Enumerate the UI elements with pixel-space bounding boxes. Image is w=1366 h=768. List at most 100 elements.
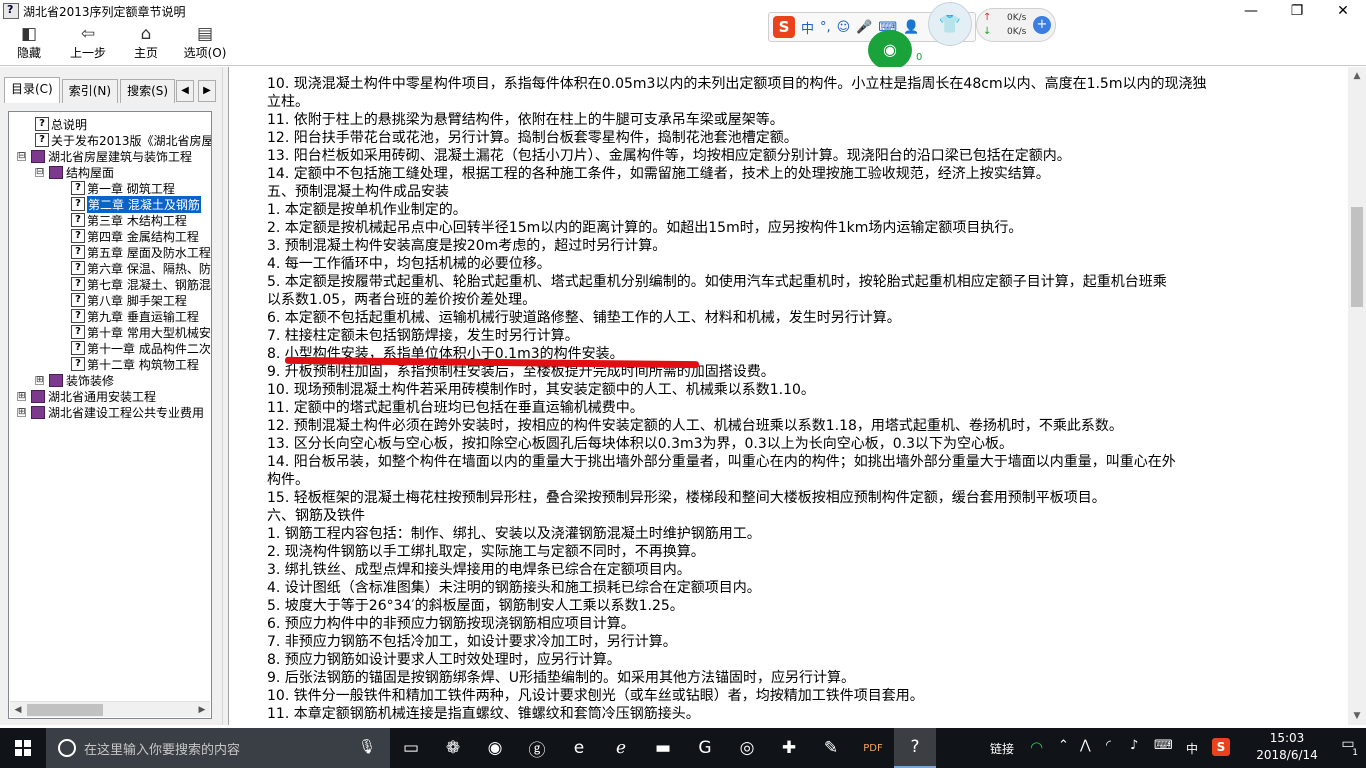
tab-search[interactable]: 搜索(S) bbox=[120, 79, 176, 103]
plus-app-icon[interactable]: ✚ bbox=[768, 728, 810, 768]
skin-tshirt-icon[interactable]: 👕 bbox=[928, 2, 972, 46]
content-line: 6. 本定额不包括起重机械、运输机械行驶道路修整、铺垫工作的人工、材料和机械，发… bbox=[267, 310, 901, 326]
tree-item[interactable]: ? 第六章 保温、隔热、防 bbox=[71, 260, 211, 276]
tray-link-label[interactable]: 链接 bbox=[990, 740, 1014, 757]
tree-item[interactable]: ? 关于发布2013版《湖北省房屋 bbox=[35, 132, 211, 148]
network-icon[interactable]: ◜ bbox=[1106, 738, 1111, 753]
network-speed-monitor[interactable]: ↑ ↓ 0K/s 0K/s + bbox=[976, 8, 1056, 42]
tree-item[interactable]: ? 第九章 垂直运输工程 bbox=[71, 308, 199, 324]
tab-contents[interactable]: 目录(C) bbox=[4, 77, 60, 103]
tree-item[interactable]: ? 第五章 屋面及防水工程 bbox=[71, 244, 211, 260]
tree-item[interactable]: ? 第十一章 成品构件二次 bbox=[71, 340, 211, 356]
tree-item[interactable]: ? 第七章 混凝土、钢筋混 bbox=[71, 276, 211, 292]
tree-item[interactable]: ? 第四章 金属结构工程 bbox=[71, 228, 199, 244]
minimize-button[interactable]: — bbox=[1228, 0, 1274, 22]
notes-app-icon[interactable]: ✎ bbox=[810, 728, 852, 768]
media-app-icon[interactable]: ◉ bbox=[474, 728, 516, 768]
cortana-icon bbox=[58, 739, 76, 757]
edge-icon[interactable]: e bbox=[558, 728, 600, 768]
ime-voice-icon[interactable]: 🎤 bbox=[856, 20, 872, 35]
content-line: 13. 区分长向空心板与空心板，按扣除空心板圆孔后每块体积以0.3m3为界，0.… bbox=[267, 436, 1014, 452]
tab-scroll-right-icon[interactable]: ▶ bbox=[198, 80, 216, 102]
content-scroll-thumb[interactable] bbox=[1351, 207, 1363, 307]
hide-button[interactable]: ◧ 隐藏 bbox=[12, 24, 46, 64]
tree-item-label: 第三章 木结构工程 bbox=[87, 213, 187, 228]
wifi-bubble-icon[interactable]: ◉ bbox=[868, 30, 912, 70]
tree-item[interactable]: ⊞ 湖北省通用安装工程 bbox=[17, 388, 156, 404]
keyboard-icon[interactable]: ⌨ bbox=[1154, 738, 1173, 753]
content-line: 以系数1.05，两者台班的差价按价差处理。 bbox=[267, 292, 537, 308]
back-button[interactable]: ⇦ 上一步 bbox=[66, 24, 110, 64]
tree-item[interactable]: ⊟ 结构屋面 bbox=[35, 164, 114, 180]
tree-item-label: 第十章 常用大型机械安 bbox=[87, 325, 211, 340]
people-icon[interactable]: ⌃ bbox=[1058, 738, 1069, 753]
back-label: 上一步 bbox=[69, 46, 106, 60]
search-placeholder: 在这里输入你要搜索的内容 bbox=[84, 742, 241, 758]
home-button[interactable]: ⌂ 主页 bbox=[130, 24, 162, 64]
tree-item-label: 湖北省通用安装工程 bbox=[48, 389, 157, 404]
scroll-right-icon[interactable]: ▶ bbox=[194, 702, 210, 718]
tree-item[interactable]: ? 第八章 脚手架工程 bbox=[71, 292, 187, 308]
google-icon[interactable]: G bbox=[684, 728, 726, 768]
scroll-up-icon[interactable]: ▲ bbox=[1348, 67, 1366, 85]
action-center-icon[interactable]: ▭ 1 bbox=[1336, 736, 1360, 760]
clock-time: 15:03 bbox=[1269, 731, 1305, 745]
taskbar-search-box[interactable]: 在这里输入你要搜索的内容 🎙 bbox=[46, 728, 390, 768]
tree-item[interactable]: ⊟ 湖北省房屋建筑与装饰工程 bbox=[17, 148, 192, 164]
pinwheel-app-icon[interactable]: ❁ bbox=[432, 728, 474, 768]
tree-scroll-thumb[interactable] bbox=[27, 704, 103, 716]
tree-item[interactable]: ? 第三章 木结构工程 bbox=[71, 212, 187, 228]
tree-item[interactable]: ⊞ 湖北省建设工程公共专业费用 bbox=[17, 404, 204, 420]
net-up-speed: 0K/s bbox=[1007, 13, 1027, 23]
system-clock[interactable]: 15:03 2018/6/14 bbox=[1252, 730, 1322, 764]
file-explorer-icon[interactable]: ▬ bbox=[642, 728, 684, 768]
ime-user-icon[interactable]: 👤 bbox=[903, 20, 919, 35]
tab-scroll-left-icon[interactable]: ◀ bbox=[176, 80, 194, 102]
pdf-app-icon[interactable]: PDF bbox=[852, 728, 894, 768]
tree-item-label: 第二章 混凝土及钢筋 bbox=[87, 195, 201, 213]
download-arrow-icon: ↓ bbox=[983, 26, 992, 37]
options-button[interactable]: ▤ 选项(O) bbox=[182, 24, 228, 64]
back-arrow-icon: ⇦ bbox=[80, 24, 96, 44]
content-vertical-scrollbar[interactable]: ▲ ▼ bbox=[1348, 67, 1366, 725]
tree-horizontal-scrollbar[interactable]: ◀ ▶ bbox=[10, 701, 210, 717]
sogou-tray-icon[interactable]: S bbox=[1212, 738, 1230, 756]
ime-chinese-mode[interactable]: 中 bbox=[801, 18, 814, 37]
volume-icon[interactable]: ♪ bbox=[1130, 738, 1138, 753]
ime-indicator[interactable]: 中 bbox=[1186, 740, 1198, 757]
microphone-icon[interactable]: 🎙 bbox=[358, 739, 376, 755]
content-line: 12. 预制混凝土构件必须在跨外安装时，按相应的构件安装定额的人工、机械台班乘以… bbox=[267, 418, 1123, 434]
content-line: 11. 本章定额钢筋机械连接是指直螺纹、锥螺纹和套筒冷压钢筋接头。 bbox=[267, 706, 700, 722]
tree-item[interactable]: ? 第二章 混凝土及钢筋 bbox=[71, 195, 201, 213]
expand-icon[interactable]: ⊞ bbox=[35, 375, 44, 385]
tree-item-label: 结构屋面 bbox=[66, 165, 115, 180]
help-app-taskbar-icon[interactable]: ? bbox=[894, 728, 936, 768]
content-line: 3. 绑扎铁丝、成型点焊和接头焊接用的电焊条已综合在定额项目内。 bbox=[267, 562, 691, 578]
show-hidden-icons-icon[interactable]: ⋀ bbox=[1080, 738, 1091, 753]
plus-icon[interactable]: + bbox=[1033, 16, 1051, 34]
expand-icon[interactable]: ⊞ bbox=[17, 407, 26, 417]
ime-punctuation[interactable]: °, bbox=[820, 20, 831, 35]
tree-item[interactable]: ? 总说明 bbox=[35, 116, 87, 132]
start-button[interactable] bbox=[0, 728, 46, 768]
ime-emoji-icon[interactable]: ☺ bbox=[837, 20, 851, 35]
task-view-icon[interactable]: ▭ bbox=[390, 728, 432, 768]
collapse-icon[interactable]: ⊟ bbox=[35, 167, 44, 177]
tree-item[interactable]: ? 第十章 常用大型机械安 bbox=[71, 324, 211, 340]
close-button[interactable]: ✕ bbox=[1320, 0, 1366, 22]
wifi-tray-icon[interactable]: ◠ bbox=[1030, 738, 1043, 756]
restore-button[interactable]: ❐ bbox=[1274, 0, 1320, 22]
browser-360-icon[interactable]: ⓖ bbox=[516, 728, 558, 768]
expand-icon[interactable]: ⊞ bbox=[17, 391, 26, 401]
scroll-down-icon[interactable]: ▼ bbox=[1348, 707, 1366, 725]
ie-icon[interactable]: ℯ bbox=[600, 728, 642, 768]
collapse-icon[interactable]: ⊟ bbox=[17, 151, 26, 161]
tab-index[interactable]: 索引(N) bbox=[61, 79, 119, 103]
content-line: 7. 非预应力钢筋不包括冷加工，如设计要求冷加工时，另行计算。 bbox=[267, 634, 677, 650]
scroll-left-icon[interactable]: ◀ bbox=[10, 702, 26, 718]
sogou-logo-icon[interactable]: S bbox=[773, 16, 795, 38]
game-app-icon[interactable]: ◎ bbox=[726, 728, 768, 768]
tree-item[interactable]: ? 第十二章 构筑物工程 bbox=[71, 356, 199, 372]
tree-item[interactable]: ? 第一章 砌筑工程 bbox=[71, 180, 175, 196]
tree-item[interactable]: ⊞ 装饰装修 bbox=[35, 372, 114, 388]
